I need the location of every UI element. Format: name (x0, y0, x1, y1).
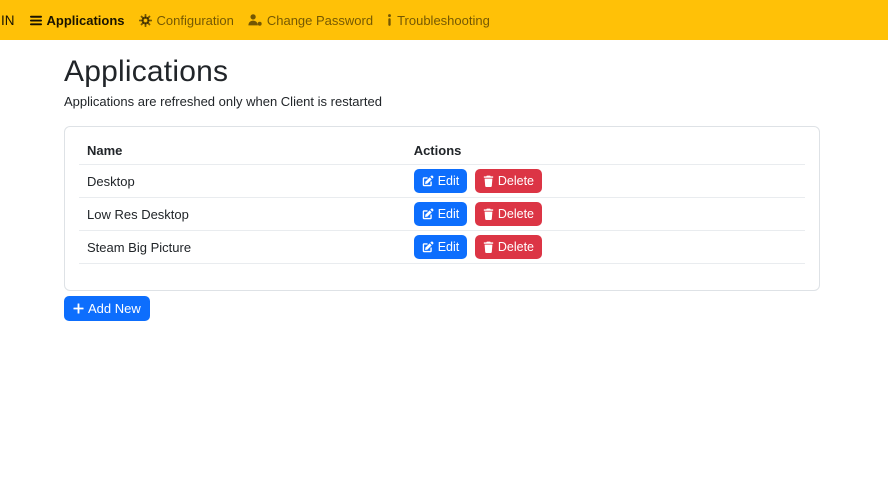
info-icon (387, 14, 392, 26)
nav-item-label: Configuration (156, 12, 234, 28)
edit-button-label: Edit (437, 239, 460, 254)
table-row: Steam Big Picture Edit Delete (79, 230, 805, 264)
top-navbar: IN Applications Configuration Change Pas… (0, 0, 888, 40)
actions-cell: Edit Delete (405, 197, 805, 231)
nav-item-configuration[interactable]: Configuration (132, 0, 241, 40)
delete-button-label: Delete (497, 206, 534, 221)
column-header-actions: Actions (405, 137, 805, 165)
nav-item-change-password[interactable]: Change Password (241, 0, 380, 40)
trash-icon (483, 208, 494, 220)
nav-item-troubleshooting[interactable]: Troubleshooting (380, 0, 497, 40)
delete-button-label: Delete (497, 239, 534, 254)
page-subtitle: Applications are refreshed only when Cli… (64, 94, 382, 109)
brand-fragment[interactable]: IN (1, 13, 15, 28)
nav-item-label: Change Password (266, 12, 374, 28)
page-title: Applications (64, 55, 229, 88)
plus-icon (73, 303, 84, 314)
edit-button[interactable]: Edit (413, 169, 468, 193)
edit-button-label: Edit (437, 173, 460, 188)
delete-button[interactable]: Delete (474, 235, 542, 259)
edit-icon (422, 241, 434, 253)
trash-icon (483, 241, 494, 253)
add-new-button[interactable]: Add New (64, 296, 150, 321)
table-header-row: Name Actions (79, 137, 805, 165)
delete-button[interactable]: Delete (474, 169, 542, 193)
delete-button[interactable]: Delete (474, 202, 542, 226)
add-new-button-label: Add New (88, 301, 141, 316)
edit-icon (422, 208, 434, 220)
edit-button[interactable]: Edit (413, 235, 468, 259)
app-name-cell: Desktop (79, 164, 406, 198)
user-icon (248, 14, 262, 26)
trash-icon (483, 175, 494, 187)
actions-cell: Edit Delete (405, 164, 805, 198)
edit-button-label: Edit (437, 206, 460, 221)
nav-item-label: Troubleshooting (397, 12, 490, 28)
nav-item-applications[interactable]: Applications (23, 0, 132, 40)
edit-button[interactable]: Edit (413, 202, 468, 226)
bars-icon (29, 15, 42, 26)
delete-button-label: Delete (497, 173, 534, 188)
actions-cell: Edit Delete (405, 230, 805, 264)
app-name-cell: Low Res Desktop (79, 197, 406, 231)
edit-icon (422, 175, 434, 187)
table-row: Desktop Edit Delete (79, 164, 805, 198)
app-name-cell: Steam Big Picture (79, 230, 406, 264)
gear-icon (138, 13, 152, 27)
applications-table: Name Actions Desktop Edit Delete Low Res… (79, 137, 805, 264)
applications-card: Name Actions Desktop Edit Delete Low Res… (64, 126, 820, 291)
nav-item-label: Applications (46, 12, 125, 28)
main-content: Applications Applications are refreshed … (64, 55, 820, 321)
column-header-name: Name (79, 137, 406, 165)
table-row: Low Res Desktop Edit Delete (79, 197, 805, 231)
